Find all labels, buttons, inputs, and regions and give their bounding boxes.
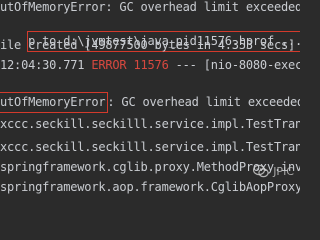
stack-frame-4: springframework.aop.framework.CglibAopPr…: [0, 180, 300, 194]
console-line-oom-2: utOfMemoryError: GC overhead limit excee…: [0, 92, 300, 113]
log-thread: --- [nio-8080-exec-1]: [175, 58, 300, 72]
wechat-icon: [253, 164, 269, 178]
watermark-text: JPIC: [273, 164, 294, 178]
log-pid: 11576: [133, 58, 169, 72]
highlight-box-oom: utOfMemoryError: [0, 92, 109, 113]
console-line-oom-1: utOfMemoryError: GC overhead limit excee…: [0, 0, 300, 14]
log-level-error: ERROR: [91, 58, 127, 72]
console-output: utOfMemoryError: GC overhead limit excee…: [0, 0, 300, 200]
oom-message: : GC overhead limit exceeded: [107, 95, 300, 109]
stack-frame-2: xccc.seckill.seckilll.service.impl.TestT…: [0, 140, 300, 154]
stack-frame-1: xccc.seckill.seckilll.service.impl.TestT…: [0, 117, 300, 131]
log-timestamp: 12:04:30.771: [0, 58, 85, 72]
watermark: JPIC: [253, 164, 294, 178]
console-line-file-created: ile created [49877500 bytes in 4.353 sec…: [0, 38, 296, 52]
console-line-error-log: 12:04:30.771 ERROR 11576 --- [nio-8080-e…: [0, 58, 300, 72]
